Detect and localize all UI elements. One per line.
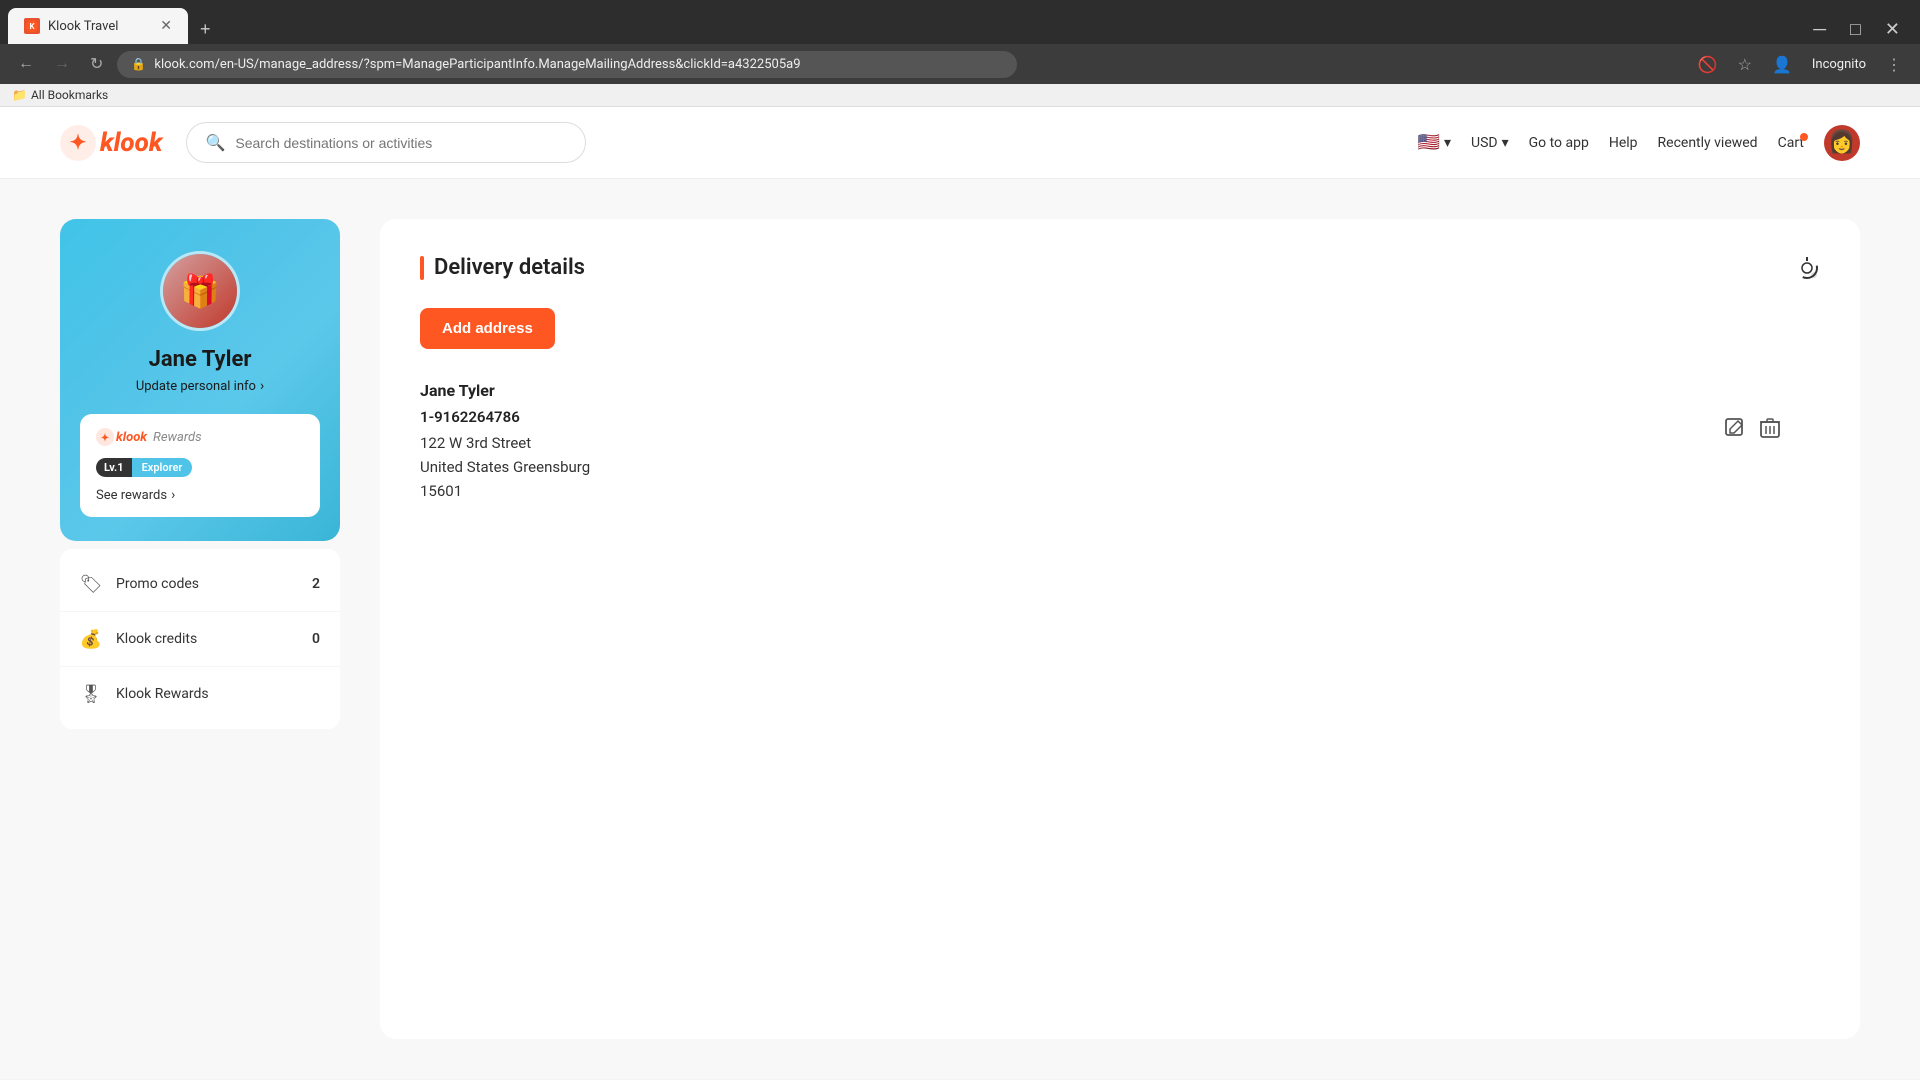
promo-icon: 🏷 [80,573,102,595]
address-phone: 1-9162264786 [420,408,1820,426]
all-bookmarks-folder[interactable]: 📁 All Bookmarks [12,88,108,102]
address-city: United States Greensburg [420,458,1820,476]
sidebar-item-promo-codes[interactable]: 🏷 Promo codes 2 [60,557,340,612]
search-icon: 🔍 [205,133,225,152]
sidebar-menu: 🏷 Promo codes 2 💰 Klook credits 0 🎖 Kloo… [60,549,340,729]
maximize-button[interactable]: □ [1838,15,1873,44]
bookmark-icon[interactable]: ☆ [1732,51,1758,78]
header-right: 🇺🇸 ▾ USD ▾ Go to app Help Recently viewe… [1418,125,1860,161]
delivery-details-panel: Delivery details Add address Jane Tyler … [380,219,1860,1039]
incognito-label: Incognito [1806,53,1872,76]
main-content: 🎁 Jane Tyler Update personal info › ✦ kl… [0,179,1920,1079]
profile-card: 🎁 Jane Tyler Update personal info › ✦ kl… [60,219,340,541]
window-controls: ─ □ ✕ [1801,15,1912,44]
cart-badge [1800,133,1808,141]
chevron-down-icon: ▾ [1444,135,1451,151]
avatar-image: 👩 [1828,130,1855,155]
address-actions [1724,417,1780,444]
svg-text:✦: ✦ [101,433,109,444]
tab-favicon: K [24,18,40,34]
promo-label: Promo codes [116,576,298,592]
folder-label: All Bookmarks [31,88,108,102]
search-input[interactable] [235,135,567,151]
active-tab[interactable]: K Klook Travel ✕ [8,8,188,44]
update-personal-info-link[interactable]: Update personal info › [80,378,320,394]
sidebar-item-klook-credits[interactable]: 💰 Klook credits 0 [60,612,340,667]
tab-title: Klook Travel [48,19,152,34]
browser-tabs: K Klook Travel ✕ + ─ □ ✕ [0,8,1920,44]
address-street: 122 W 3rd Street [420,434,1820,452]
eyeoff-icon[interactable]: 🚫 [1692,51,1724,78]
rewards-text: Rewards [153,430,202,445]
profile-icon[interactable]: 👤 [1766,51,1798,78]
chevron-right-icon: › [260,378,264,394]
browser-toolbar: ← → ↻ 🔒 klook.com/en-US/manage_address/?… [0,44,1920,84]
language-selector[interactable]: 🇺🇸 ▾ [1418,132,1451,153]
recently-viewed-link[interactable]: Recently viewed [1658,135,1758,151]
promo-count: 2 [312,576,320,592]
delete-address-button[interactable] [1760,417,1780,444]
new-tab-button[interactable]: + [192,15,219,44]
level-badge: Lv.1 Explorer [96,458,192,477]
sidebar-item-klook-rewards[interactable]: 🎖 Klook Rewards [60,667,340,721]
rewards-logo: ✦ klook Rewards [96,428,304,446]
tab-close-button[interactable]: ✕ [160,18,172,34]
rewards-chevron-icon: › [171,487,175,503]
section-title: Delivery details [420,255,1820,280]
page-body: ✦ klook 🔍 🇺🇸 ▾ USD ▾ Go to app Help Rece… [0,107,1920,1079]
spinner-icon[interactable] [1794,255,1820,287]
see-rewards-label: See rewards [96,488,167,503]
address-info: Jane Tyler 1-9162264786 122 W 3rd Street… [420,377,1820,504]
logo-text: klook [100,128,162,158]
currency-selector[interactable]: USD ▾ [1471,135,1509,151]
title-accent-bar [420,256,424,280]
see-rewards-link[interactable]: See rewards › [96,487,304,503]
level-title: Explorer [132,458,193,477]
rewards-klook-text: klook [116,430,147,445]
currency-label: USD [1471,135,1498,151]
address-card: Jane Tyler 1-9162264786 122 W 3rd Street… [420,377,1820,504]
bookmarks-bar: 📁 All Bookmarks [0,84,1920,107]
cart-button[interactable]: Cart [1778,135,1804,151]
sidebar: 🎁 Jane Tyler Update personal info › ✦ kl… [60,219,340,1039]
credits-label: Klook credits [116,631,298,647]
folder-icon: 📁 [12,88,27,102]
level-number: Lv.1 [96,458,132,477]
update-label: Update personal info [136,379,256,394]
toolbar-icons: 🚫 ☆ 👤 Incognito ⋮ [1692,51,1908,78]
back-button[interactable]: ← [12,51,40,77]
svg-text:✦: ✦ [70,130,87,154]
flag-icon: 🇺🇸 [1418,132,1440,153]
rewards-menu-label: Klook Rewards [116,686,320,702]
edit-address-button[interactable] [1724,417,1746,444]
address-zip: 15601 [420,482,1820,500]
section-title-text: Delivery details [434,255,585,280]
currency-chevron-icon: ▾ [1502,135,1509,151]
add-address-button[interactable]: Add address [420,308,555,349]
search-bar[interactable]: 🔍 [186,122,586,163]
avatar-placeholder: 🎁 [163,254,237,328]
user-avatar[interactable]: 👩 [1824,125,1860,161]
go-to-app-link[interactable]: Go to app [1529,135,1589,151]
site-header: ✦ klook 🔍 🇺🇸 ▾ USD ▾ Go to app Help Rece… [0,107,1920,179]
credits-icon: 💰 [80,628,102,650]
minimize-button[interactable]: ─ [1801,15,1838,44]
browser-chrome: K Klook Travel ✕ + ─ □ ✕ ← → ↻ 🔒 klook.c… [0,0,1920,107]
klook-logo[interactable]: ✦ klook [60,125,162,161]
lock-icon: 🔒 [131,57,146,71]
rewards-box: ✦ klook Rewards Lv.1 Explorer See reward… [80,414,320,517]
url-text: klook.com/en-US/manage_address/?spm=Mana… [154,57,1003,72]
credits-count: 0 [312,631,320,647]
menu-icon[interactable]: ⋮ [1880,51,1908,78]
forward-button[interactable]: → [48,51,76,77]
reload-button[interactable]: ↻ [84,50,109,78]
profile-name: Jane Tyler [80,347,320,372]
address-bar[interactable]: 🔒 klook.com/en-US/manage_address/?spm=Ma… [117,51,1017,78]
address-name: Jane Tyler [420,381,1820,400]
rewards-icon: 🎖 [80,683,102,705]
help-link[interactable]: Help [1609,135,1638,151]
close-button[interactable]: ✕ [1873,15,1912,44]
profile-avatar: 🎁 [160,251,240,331]
